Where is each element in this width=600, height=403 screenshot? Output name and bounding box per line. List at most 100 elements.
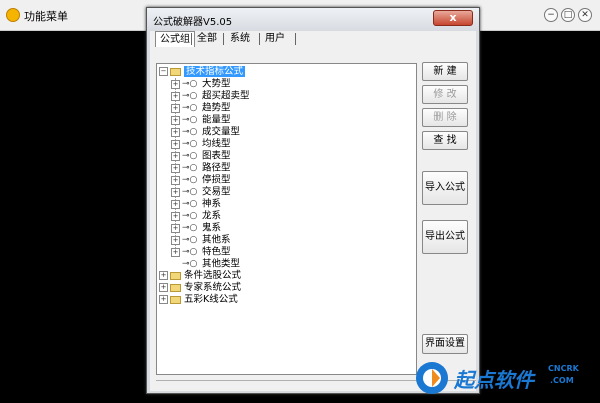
tree-item-label: 其他系 <box>202 234 231 246</box>
tree-item-label: 特色型 <box>202 246 231 258</box>
watermark-sub2: .COM <box>550 376 574 385</box>
close-button[interactable]: ✕ <box>578 8 592 22</box>
key-icon: ⊸○ <box>182 247 198 257</box>
formula-cracker-dialog: 公式破解器V5.05 x 公式组 全部 系统 用户 − 技术指标公式 + ⊸○ 大势型… <box>146 7 480 394</box>
expand-icon[interactable]: + <box>171 79 180 89</box>
tree-item-label: 龙系 <box>202 210 222 222</box>
key-icon: ⊸○ <box>182 79 198 89</box>
key-icon: ⊸○ <box>182 199 198 209</box>
folder-icon <box>170 271 181 280</box>
edit-button[interactable]: 修 改 <box>422 85 468 104</box>
tree-item[interactable]: + ⊸○ 趋势型 <box>171 102 231 114</box>
tree-item[interactable]: + ⊸○ 龙系 <box>171 210 221 222</box>
folder-icon <box>170 283 181 292</box>
find-button[interactable]: 查 找 <box>422 131 468 150</box>
tree-item[interactable]: + ⊸○ 均线型 <box>171 138 231 150</box>
tree-item-label: 图表型 <box>202 150 231 162</box>
key-icon: ⊸○ <box>182 175 198 185</box>
expand-icon[interactable]: + <box>171 223 180 233</box>
tree-item-label: 均线型 <box>202 138 231 150</box>
background-window-title: 功能菜单 <box>24 10 68 23</box>
tab-separator <box>223 33 224 45</box>
tree-item[interactable]: + ⊸○ 路径型 <box>171 162 231 174</box>
tree-item[interactable]: + ⊸○ 其他系 <box>171 234 231 246</box>
tab-all[interactable]: 全部 <box>193 31 221 46</box>
expand-icon[interactable]: + <box>171 115 180 125</box>
expand-icon[interactable]: + <box>159 283 168 292</box>
tree-item[interactable]: + ⊸○ 神系 <box>171 198 221 210</box>
expand-icon[interactable]: + <box>159 271 168 280</box>
tree-item-label: 停损型 <box>202 174 231 186</box>
dialog-close-button[interactable]: x <box>433 10 473 26</box>
expand-icon[interactable]: + <box>171 163 180 173</box>
tree-item[interactable]: + ⊸○ 能量型 <box>171 114 231 126</box>
expand-icon[interactable]: + <box>171 103 180 113</box>
expand-icon[interactable]: + <box>171 247 180 257</box>
tree-item[interactable]: + ⊸○ 交易型 <box>171 186 231 198</box>
tree-item[interactable]: + ⊸○ 图表型 <box>171 150 231 162</box>
tree-item-label: 大势型 <box>202 78 231 90</box>
folder-icon <box>170 67 181 76</box>
folder-icon <box>170 295 181 304</box>
tree-item-root[interactable]: − 技术指标公式 <box>159 66 246 78</box>
tree-item[interactable]: + ⊸○ 鬼系 <box>171 222 221 234</box>
tree-item-top[interactable]: + 条件选股公式 <box>159 270 241 282</box>
ui-settings-button[interactable]: 界面设置 <box>422 334 468 354</box>
tab-system[interactable]: 系统 <box>226 31 254 46</box>
tree-item[interactable]: ⊸○ 其他类型 <box>171 258 240 270</box>
tree-item[interactable]: + ⊸○ 大势型 <box>171 78 231 90</box>
expand-icon[interactable]: + <box>171 151 180 161</box>
tree-item-label: 路径型 <box>202 162 231 174</box>
tree-item[interactable]: + ⊸○ 超买超卖型 <box>171 90 250 102</box>
tree-item-label: 五彩K线公式 <box>184 294 238 305</box>
key-icon: ⊸○ <box>182 139 198 149</box>
watermark-text: 起点软件 <box>454 368 534 392</box>
expand-icon[interactable]: + <box>171 139 180 149</box>
tree-item-label: 其他类型 <box>202 258 241 270</box>
expand-icon[interactable]: + <box>171 235 180 245</box>
tree-item-label: 成交量型 <box>202 126 241 138</box>
new-button[interactable]: 新 建 <box>422 62 468 81</box>
tree-item-label: 技术指标公式 <box>184 66 246 77</box>
app-icon <box>6 8 20 22</box>
expand-icon[interactable]: + <box>159 295 168 304</box>
import-formula-button[interactable]: 导入公式 <box>422 171 468 205</box>
minimize-button[interactable]: − <box>544 8 558 22</box>
tree-item-label: 能量型 <box>202 114 231 126</box>
tree-item-label: 趋势型 <box>202 102 231 114</box>
key-icon: ⊸○ <box>182 223 198 233</box>
delete-button[interactable]: 删 除 <box>422 108 468 127</box>
tree-item[interactable]: + ⊸○ 特色型 <box>171 246 231 258</box>
tree-item-label: 鬼系 <box>202 222 222 234</box>
collapse-icon[interactable]: − <box>159 67 168 76</box>
key-icon: ⊸○ <box>182 151 198 161</box>
expand-icon[interactable]: + <box>171 187 180 197</box>
tree-item-top[interactable]: + 专家系统公式 <box>159 282 241 294</box>
formula-tree[interactable]: − 技术指标公式 + ⊸○ 大势型 + ⊸○ 超买超卖型 + ⊸○ 趋势型 + ⊸○ 能量型 + ⊸… <box>156 63 417 375</box>
tab-separator <box>191 33 192 45</box>
key-icon: ⊸○ <box>182 211 198 221</box>
key-icon: ⊸○ <box>182 163 198 173</box>
tab-user[interactable]: 用户 <box>261 31 289 46</box>
expand-icon[interactable]: + <box>171 127 180 137</box>
tab-formula-group[interactable]: 公式组 <box>155 31 195 47</box>
key-icon: ⊸○ <box>182 115 198 125</box>
dialog-title: 公式破解器V5.05 <box>153 17 233 28</box>
export-formula-button[interactable]: 导出公式 <box>422 220 468 254</box>
key-icon: ⊸○ <box>182 91 198 101</box>
tree-item[interactable]: + ⊸○ 成交量型 <box>171 126 240 138</box>
tree-item-label: 超买超卖型 <box>202 90 250 102</box>
key-icon: ⊸○ <box>182 235 198 245</box>
key-icon: ⊸○ <box>182 103 198 113</box>
tree-item-top[interactable]: + 五彩K线公式 <box>159 294 238 306</box>
tree-item[interactable]: + ⊸○ 停损型 <box>171 174 231 186</box>
tab-separator <box>259 33 260 45</box>
tree-item-label: 专家系统公式 <box>184 282 242 293</box>
key-icon: ⊸○ <box>182 127 198 137</box>
expand-icon[interactable]: + <box>171 211 180 221</box>
tree-item-label: 条件选股公式 <box>184 270 242 281</box>
expand-icon[interactable]: + <box>171 199 180 209</box>
maximize-button[interactable]: □ <box>561 8 575 22</box>
expand-icon[interactable]: + <box>171 175 180 185</box>
expand-icon[interactable]: + <box>171 91 180 101</box>
